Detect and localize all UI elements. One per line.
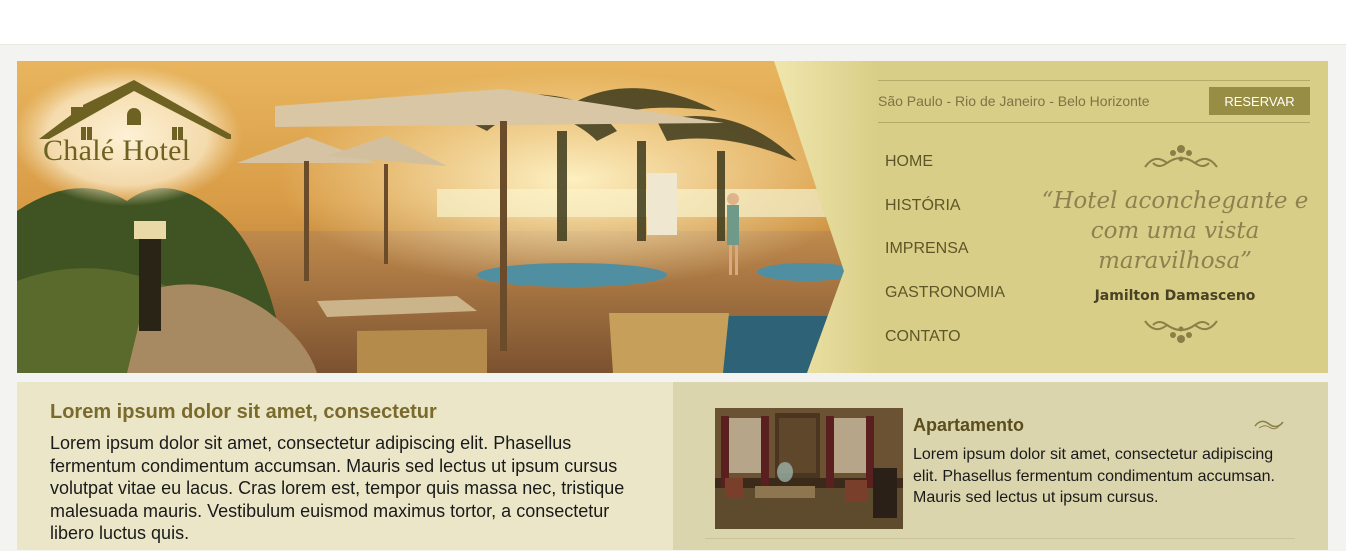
nav-item-historia[interactable]: HISTÓRIA (885, 197, 961, 215)
flourish-icon (1254, 420, 1284, 430)
apartment-card: Apartamento Lorem ipsum dolor sit amet, … (673, 382, 1328, 550)
intro-body: Lorem ipsum dolor sit amet, consectetur … (50, 433, 625, 543)
cities-list: São Paulo - Rio de Janeiro - Belo Horizo… (878, 93, 1150, 109)
divider-bottom (878, 122, 1310, 123)
intro-title: Lorem ipsum dolor sit amet, consectetur (50, 401, 437, 423)
apartment-description: Lorem ipsum dolor sit amet, consectetur … (913, 446, 1275, 506)
apartment-photo[interactable] (715, 408, 903, 529)
ornament-bottom-icon (1144, 320, 1218, 343)
nav-item-home[interactable]: HOME (885, 153, 933, 171)
nav-item-imprensa[interactable]: IMPRENSA (885, 240, 969, 258)
nav-item-gastronomia[interactable]: GASTRONOMIA (885, 284, 1005, 302)
header-panel: São Paulo - Rio de Janeiro - Belo Horizo… (878, 61, 1328, 373)
quote-author: Jamilton Damasceno (1094, 288, 1256, 304)
testimonial: “Hotel aconchegante e com uma vista mara… (1025, 141, 1325, 353)
ornament-top-icon (1144, 145, 1218, 168)
reserve-button[interactable]: RESERVAR (1209, 87, 1310, 115)
site-header: Chalé Hotel São Paulo - Rio de Janeiro -… (17, 61, 1328, 373)
nav-item-contato[interactable]: CONTATO (885, 328, 961, 346)
quote-text: “Hotel aconchegante e com uma vista mara… (1041, 188, 1309, 274)
logo-text[interactable]: Chalé Hotel (43, 134, 190, 168)
apartment-divider (705, 538, 1295, 539)
apartment-title[interactable]: Apartamento (913, 415, 1024, 436)
intro-section: Lorem ipsum dolor sit amet, consectetur … (17, 382, 673, 550)
divider-top (878, 80, 1310, 81)
